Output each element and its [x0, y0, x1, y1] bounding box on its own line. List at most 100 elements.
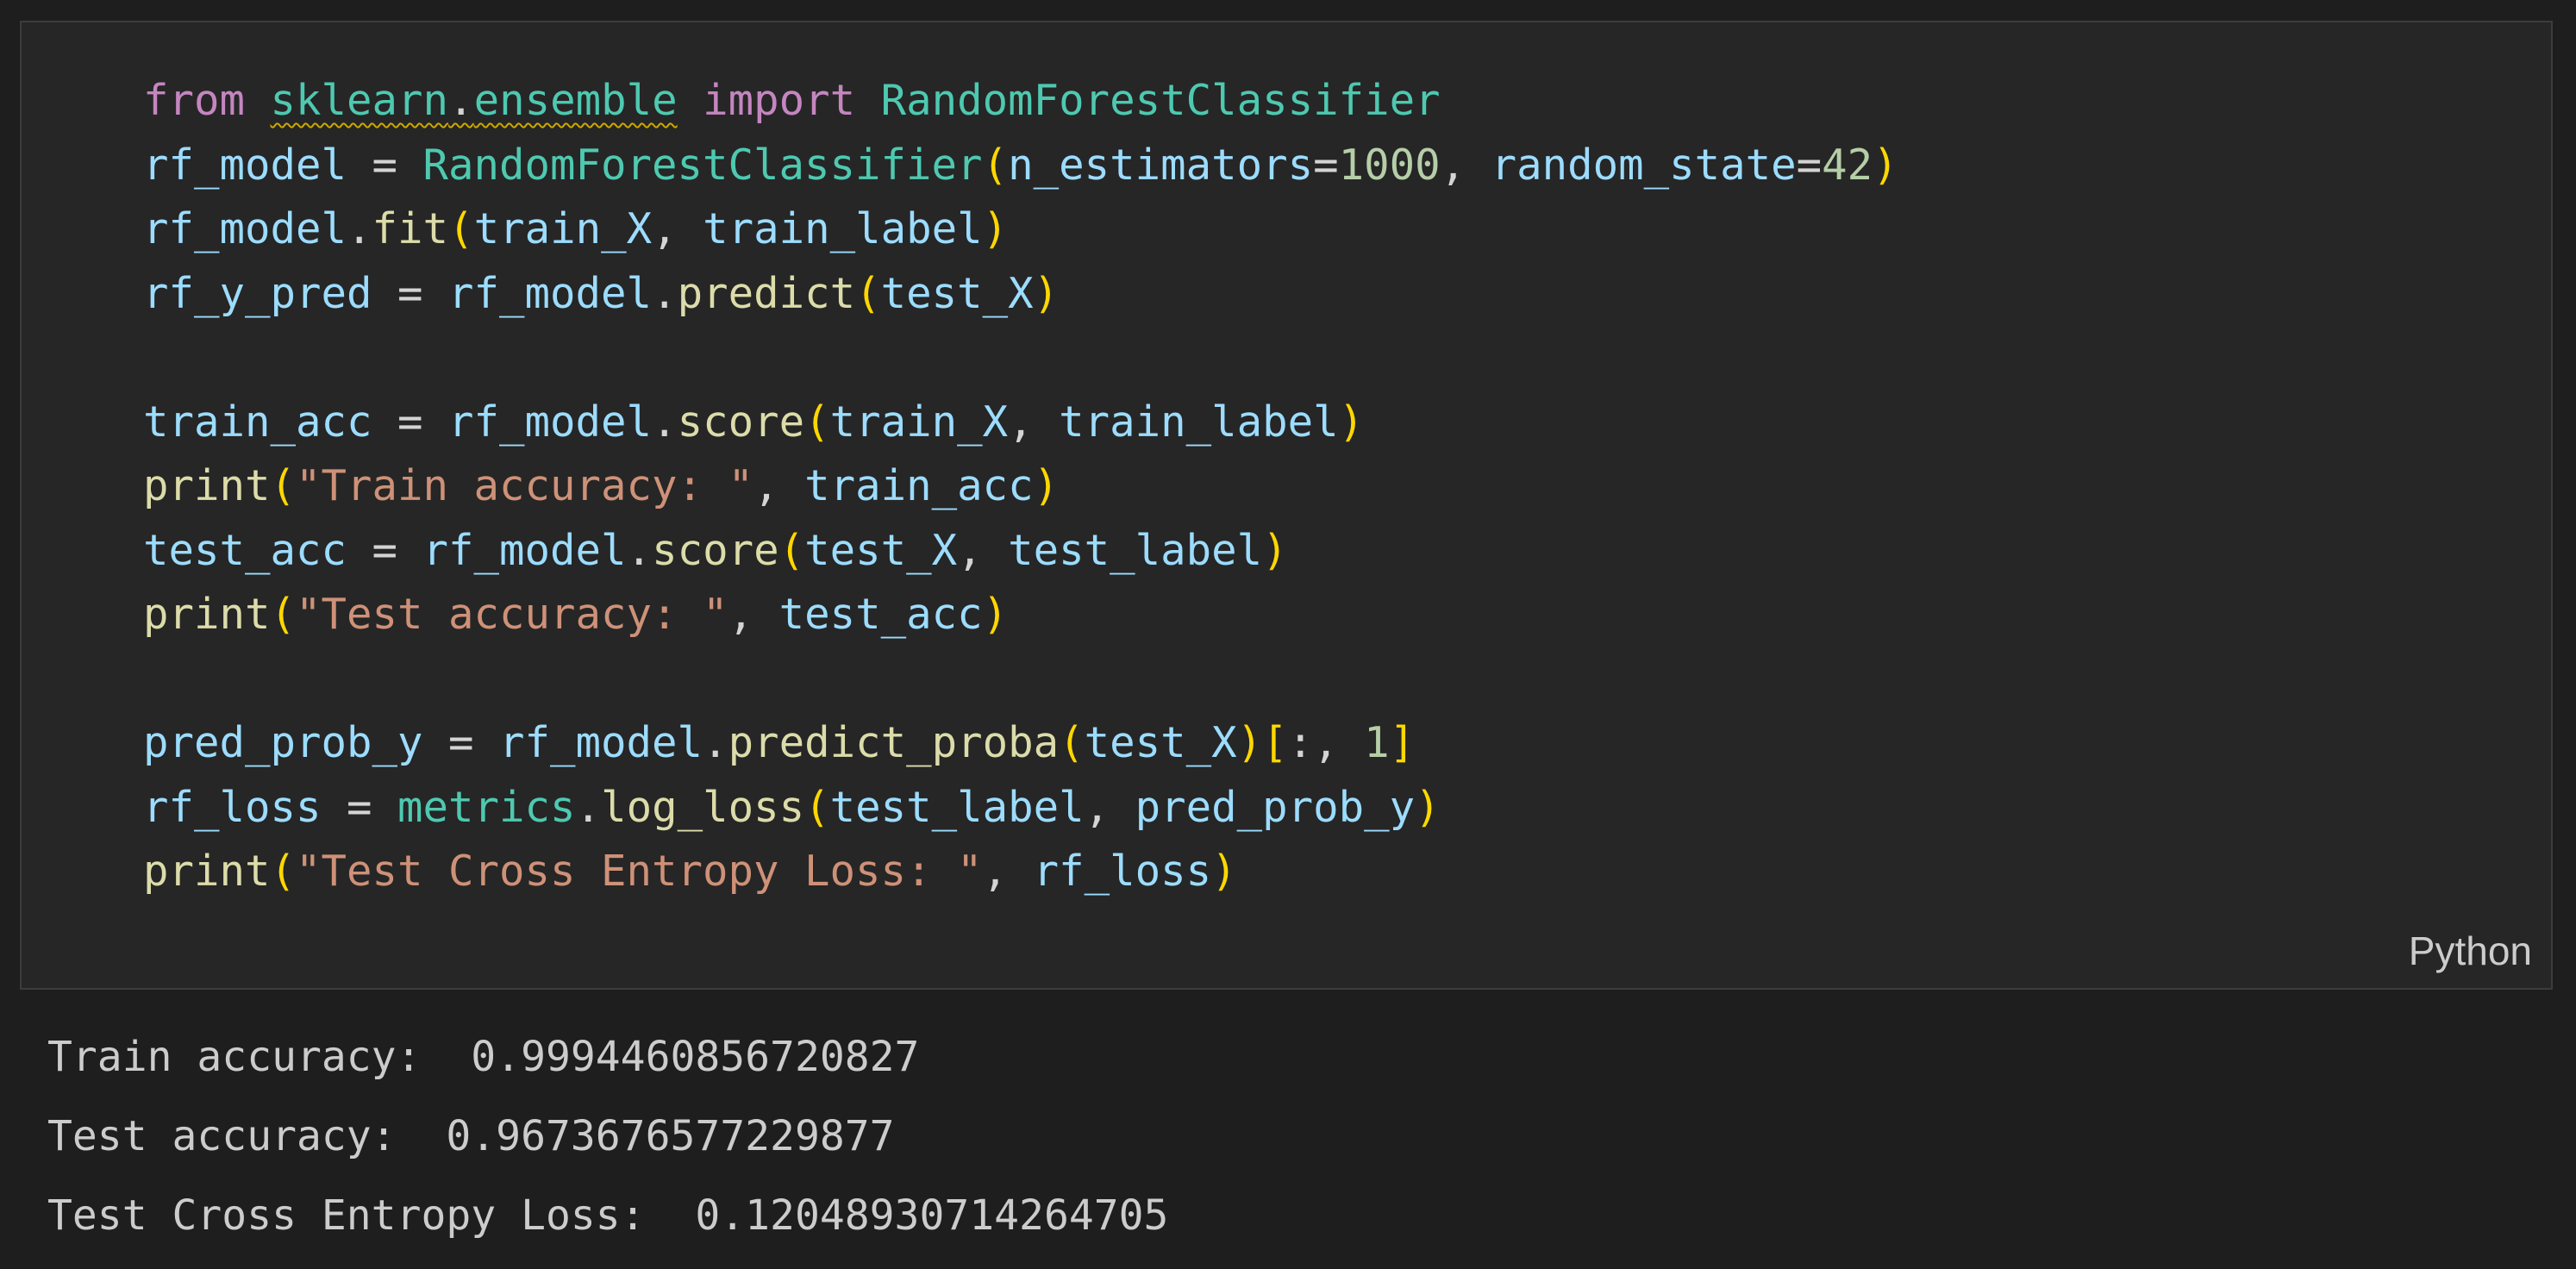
code-line[interactable]: from sklearn.ensemble import RandomFores…: [143, 69, 1898, 134]
code-token: :,: [1287, 718, 1365, 767]
code-line[interactable]: rf_loss = metrics.log_loss(test_label, p…: [143, 776, 1898, 841]
code-token: test_acc: [143, 525, 347, 575]
code-token: random_state: [1491, 140, 1797, 190]
code-token: "Test Cross Entropy Loss: ": [296, 847, 983, 896]
code-cell[interactable]: from sklearn.ensemble import RandomFores…: [20, 21, 2553, 990]
code-token: ): [1873, 140, 1898, 190]
code-line[interactable]: rf_model.fit(train_X, train_label): [143, 197, 1898, 262]
code-token: .: [448, 76, 474, 125]
code-token: ensemble: [473, 76, 678, 125]
code-token: =: [321, 782, 398, 832]
code-token: .: [703, 718, 728, 767]
code-token: print: [143, 847, 271, 896]
code-token: rf_loss: [1033, 847, 1212, 896]
code-token: rf_loss: [143, 782, 322, 832]
code-line[interactable]: rf_y_pred = rf_model.predict(test_X): [143, 262, 1898, 327]
language-label[interactable]: Python: [2409, 928, 2532, 974]
code-line[interactable]: print("Test accuracy: ", test_acc): [143, 583, 1898, 647]
code-token: ): [982, 204, 1009, 253]
code-token: rf_model: [143, 204, 347, 253]
code-line[interactable]: [143, 326, 1898, 391]
code-token: predict: [677, 268, 856, 318]
code-token: =: [372, 397, 449, 447]
code-token: train_X: [473, 204, 653, 253]
code-token: train_acc: [804, 461, 1034, 510]
code-token: score: [652, 525, 779, 575]
code-token: ): [1236, 718, 1263, 767]
code-token: (: [270, 590, 297, 639]
code-token: (: [270, 847, 297, 896]
code-line[interactable]: print("Train accuracy: ", train_acc): [143, 454, 1898, 519]
code-token: (: [1059, 718, 1085, 767]
code-line[interactable]: [143, 647, 1898, 712]
code-token: ,: [982, 847, 1034, 896]
code-token: 1: [1364, 718, 1390, 767]
code-line[interactable]: print("Test Cross Entropy Loss: ", rf_lo…: [143, 840, 1898, 904]
code-token: test_X: [1084, 718, 1237, 767]
code-token: "Train accuracy: ": [296, 461, 754, 510]
code-token: from: [143, 76, 246, 125]
code-token: pred_prob_y: [143, 718, 423, 767]
code-token: ,: [1440, 140, 1491, 190]
code-line[interactable]: train_acc = rf_model.score(train_X, trai…: [143, 391, 1898, 455]
code-token: ): [1262, 525, 1288, 575]
code-token: test_X: [880, 268, 1034, 318]
code-token: ): [1338, 397, 1365, 447]
code-token: train_label: [703, 204, 983, 253]
code-token: sklearn: [270, 76, 449, 125]
code-token: log_loss: [601, 782, 805, 832]
code-token: .: [575, 782, 602, 832]
code-token: pred_prob_y: [1135, 782, 1416, 832]
code-token: ,: [1084, 782, 1135, 832]
code-token: (: [778, 525, 805, 575]
code-line[interactable]: pred_prob_y = rf_model.predict_proba(tes…: [143, 711, 1898, 776]
code-token: (: [270, 461, 297, 510]
code-token: metrics: [397, 782, 576, 832]
code-token: rf_model: [448, 397, 653, 447]
code-token: =: [1313, 140, 1339, 190]
code-token: RandomForestClassifier: [422, 140, 983, 190]
code-token: =: [422, 718, 500, 767]
code-token: (: [855, 268, 881, 318]
output-line: Test accuracy: 0.9673676577229877: [47, 1112, 895, 1160]
code-token: ,: [652, 204, 703, 253]
code-token: =: [347, 525, 423, 575]
code-token: .: [626, 525, 653, 575]
code-token: (: [448, 204, 474, 253]
code-token: ): [1211, 847, 1237, 896]
code-token: predict_proba: [728, 718, 1060, 767]
code-token: train_label: [1059, 397, 1339, 447]
code-token: rf_model: [143, 140, 347, 190]
code-token: import: [703, 76, 856, 125]
cell-output: Train accuracy: 0.9994460856720827 Test a…: [47, 1017, 1168, 1255]
code-token: score: [677, 397, 805, 447]
code-token: .: [652, 397, 678, 447]
code-token: .: [347, 204, 372, 253]
code-token: ): [1033, 268, 1060, 318]
code-token: .: [652, 268, 678, 318]
code-token: test_acc: [778, 590, 983, 639]
code-token: 42: [1822, 140, 1873, 190]
code-token: ): [982, 590, 1009, 639]
code-token: ,: [728, 590, 779, 639]
code-line[interactable]: rf_model = RandomForestClassifier(n_esti…: [143, 134, 1898, 198]
code-token: train_acc: [143, 397, 372, 447]
code-editor[interactable]: from sklearn.ensemble import RandomFores…: [143, 69, 1898, 904]
code-token: rf_model: [499, 718, 703, 767]
code-token: RandomForestClassifier: [880, 76, 1441, 125]
output-line: Test Cross Entropy Loss: 0.1204893071426…: [47, 1191, 1169, 1240]
code-token: =: [1796, 140, 1823, 190]
code-token: test_label: [1008, 525, 1263, 575]
code-token: [: [1262, 718, 1288, 767]
code-token: train_X: [829, 397, 1009, 447]
code-token: n_estimators: [1008, 140, 1314, 190]
code-token: "Test accuracy: ": [296, 590, 728, 639]
code-line[interactable]: test_acc = rf_model.score(test_X, test_l…: [143, 519, 1898, 584]
code-token: ): [1033, 461, 1060, 510]
code-token: fit: [372, 204, 449, 253]
code-token: ,: [957, 525, 1009, 575]
code-token: ,: [1008, 397, 1060, 447]
code-token: ): [1415, 782, 1441, 832]
